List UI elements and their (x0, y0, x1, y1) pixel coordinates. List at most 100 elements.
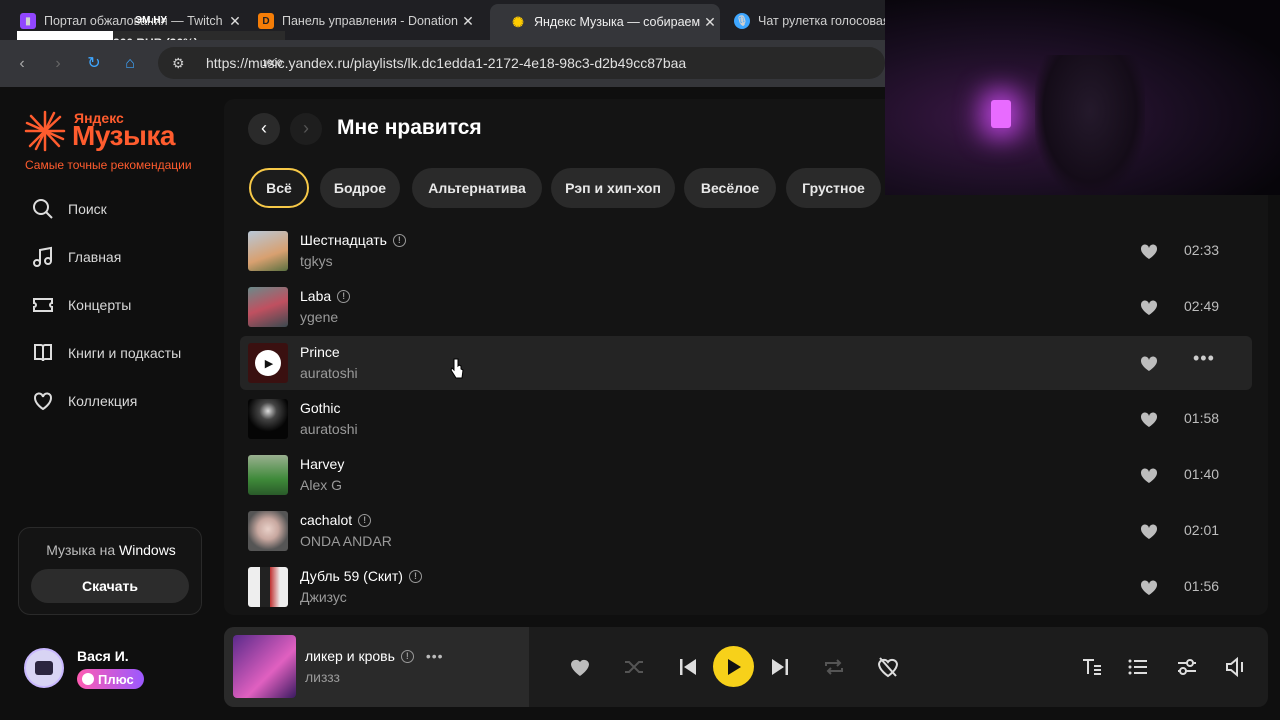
site-settings-icon[interactable]: ⚙ (172, 55, 190, 72)
info-icon[interactable]: ! (392, 233, 406, 247)
like-heart-icon[interactable] (568, 655, 592, 679)
track-artist[interactable]: auratoshi (300, 365, 358, 381)
more-options-button[interactable]: ••• (426, 648, 444, 664)
info-icon[interactable]: ! (400, 649, 414, 663)
queue-icon[interactable] (1126, 655, 1150, 679)
track-row[interactable]: cachalot! ONDA ANDAR 02:01 (240, 504, 1252, 558)
track-duration: 02:49 (1184, 298, 1220, 314)
back-icon[interactable]: ‹ (12, 54, 32, 74)
sidebar-item-search[interactable]: Поиск (32, 194, 107, 224)
windows-card-title: Музыка на Windows (19, 542, 203, 558)
close-icon[interactable]: ✕ (458, 13, 478, 30)
repeat-icon[interactable] (822, 655, 846, 679)
track-title[interactable]: Prince (300, 344, 340, 360)
lyrics-icon[interactable] (1080, 655, 1104, 679)
track-artist[interactable]: tgkys (300, 253, 333, 269)
back-button[interactable]: ‹ (248, 113, 280, 145)
dislike-icon[interactable] (876, 655, 900, 679)
track-cover[interactable] (248, 231, 288, 271)
track-title[interactable]: cachalot! (300, 512, 372, 528)
avatar[interactable] (24, 648, 64, 688)
next-icon[interactable] (768, 655, 792, 679)
chip-sad[interactable]: Грустное (786, 168, 881, 208)
volume-icon[interactable] (1224, 655, 1248, 679)
track-cover[interactable] (248, 287, 288, 327)
like-heart-icon[interactable] (1139, 577, 1159, 597)
track-row[interactable]: Дубль 59 (Скит)! Джизус 01:56 (240, 560, 1252, 614)
like-heart-icon[interactable] (1139, 297, 1159, 317)
reload-icon[interactable]: ↻ (84, 54, 104, 74)
track-row[interactable]: ▶ Prince auratoshi ••• (240, 336, 1252, 390)
forward-button[interactable]: › (290, 113, 322, 145)
track-artist[interactable]: auratoshi (300, 421, 358, 437)
forward-icon[interactable]: › (48, 54, 68, 74)
track-title[interactable]: Harvey (300, 456, 344, 472)
chip-energetic[interactable]: Бодрое (320, 168, 400, 208)
sidebar-item-collection[interactable]: Коллекция (32, 386, 137, 416)
track-cover[interactable] (248, 567, 288, 607)
info-icon[interactable]: ! (408, 569, 422, 583)
track-title[interactable]: Gothic (300, 400, 340, 416)
overlay-tag: ЭМ.НУ (135, 15, 167, 26)
track-row[interactable]: Gothic auratoshi 01:58 (240, 392, 1252, 446)
chip-cheerful[interactable]: Весёлое (684, 168, 776, 208)
sidebar-item-home[interactable]: Главная (32, 242, 121, 272)
sidebar-item-concerts[interactable]: Концерты (32, 290, 131, 320)
donationalerts-icon: D (258, 13, 274, 29)
play-pause-button[interactable] (713, 646, 754, 687)
play-track-button[interactable]: ▶ (255, 350, 281, 376)
chip-alternative[interactable]: Альтернатива (412, 168, 542, 208)
more-options-button[interactable]: ••• (1193, 348, 1215, 369)
track-row[interactable]: Laba! ygene 02:49 (240, 280, 1252, 334)
track-row[interactable]: Harvey Alex G 01:40 (240, 448, 1252, 502)
now-playing-title[interactable]: ликер и кровь ! ••• (305, 648, 444, 664)
sidebar-item-books[interactable]: Книги и подкасты (32, 338, 181, 368)
tab-label: Яндекс Музыка — собираем м (534, 15, 700, 29)
like-heart-icon[interactable] (1139, 521, 1159, 541)
like-heart-icon[interactable] (1139, 409, 1159, 429)
track-title[interactable]: Дубль 59 (Скит)! (300, 568, 422, 584)
logo-main-text: Музыка (72, 120, 175, 151)
tab-chat-roulette[interactable]: 🎙 Чат рулетка голосовая (714, 6, 885, 36)
track-artist[interactable]: Alex G (300, 477, 342, 493)
track-title-text: Laba (300, 288, 332, 304)
like-heart-icon[interactable] (1139, 353, 1159, 373)
info-icon[interactable]: ! (358, 513, 372, 527)
now-playing-title-text: ликер и кровь (305, 648, 395, 664)
hand-cursor-icon (450, 358, 464, 379)
shuffle-icon[interactable] (622, 655, 646, 679)
plus-badge[interactable]: Плюс (77, 669, 144, 689)
chip-rap[interactable]: Рэп и хип-хоп (551, 168, 675, 208)
previous-icon[interactable] (676, 655, 700, 679)
track-row[interactable]: Шестнадцать! tgkys 02:33 (240, 224, 1252, 278)
tab-yandex-music[interactable]: ✺ Яндекс Музыка — собираем м ✕ (490, 4, 720, 40)
search-icon (33, 199, 53, 219)
track-title-text: Gothic (300, 400, 341, 416)
track-artist[interactable]: Джизус (300, 589, 347, 605)
track-cover[interactable] (248, 511, 288, 551)
book-icon (34, 344, 52, 362)
equalizer-icon[interactable] (1175, 655, 1199, 679)
track-artist[interactable]: ygene (300, 309, 338, 325)
track-title[interactable]: Laba! (300, 288, 351, 304)
track-cover[interactable] (248, 455, 288, 495)
track-title[interactable]: Шестнадцать! (300, 232, 406, 248)
track-title-text: Дубль 59 (Скит) (300, 568, 403, 584)
chip-all[interactable]: Всё (249, 168, 309, 208)
windows-card-os: Windows (119, 542, 176, 558)
info-icon[interactable]: ! (337, 289, 351, 303)
sidebar: Яндекс Музыка Самые точные рекомендации … (0, 87, 224, 720)
track-cover[interactable] (248, 399, 288, 439)
download-button[interactable]: Скачать (31, 569, 189, 603)
now-playing-cover[interactable] (233, 635, 296, 698)
sidebar-item-label: Концерты (68, 297, 132, 313)
webcam-light (991, 100, 1011, 128)
ticket-icon (33, 298, 53, 312)
track-artist[interactable]: ONDA ANDAR (300, 533, 392, 549)
home-icon[interactable]: ⌂ (120, 54, 140, 74)
like-heart-icon[interactable] (1139, 241, 1159, 261)
like-heart-icon[interactable] (1139, 465, 1159, 485)
user-name: Вася И. (77, 648, 129, 664)
now-playing-artist[interactable]: лиззз (305, 669, 340, 685)
track-title-text: Шестнадцать (300, 232, 387, 248)
